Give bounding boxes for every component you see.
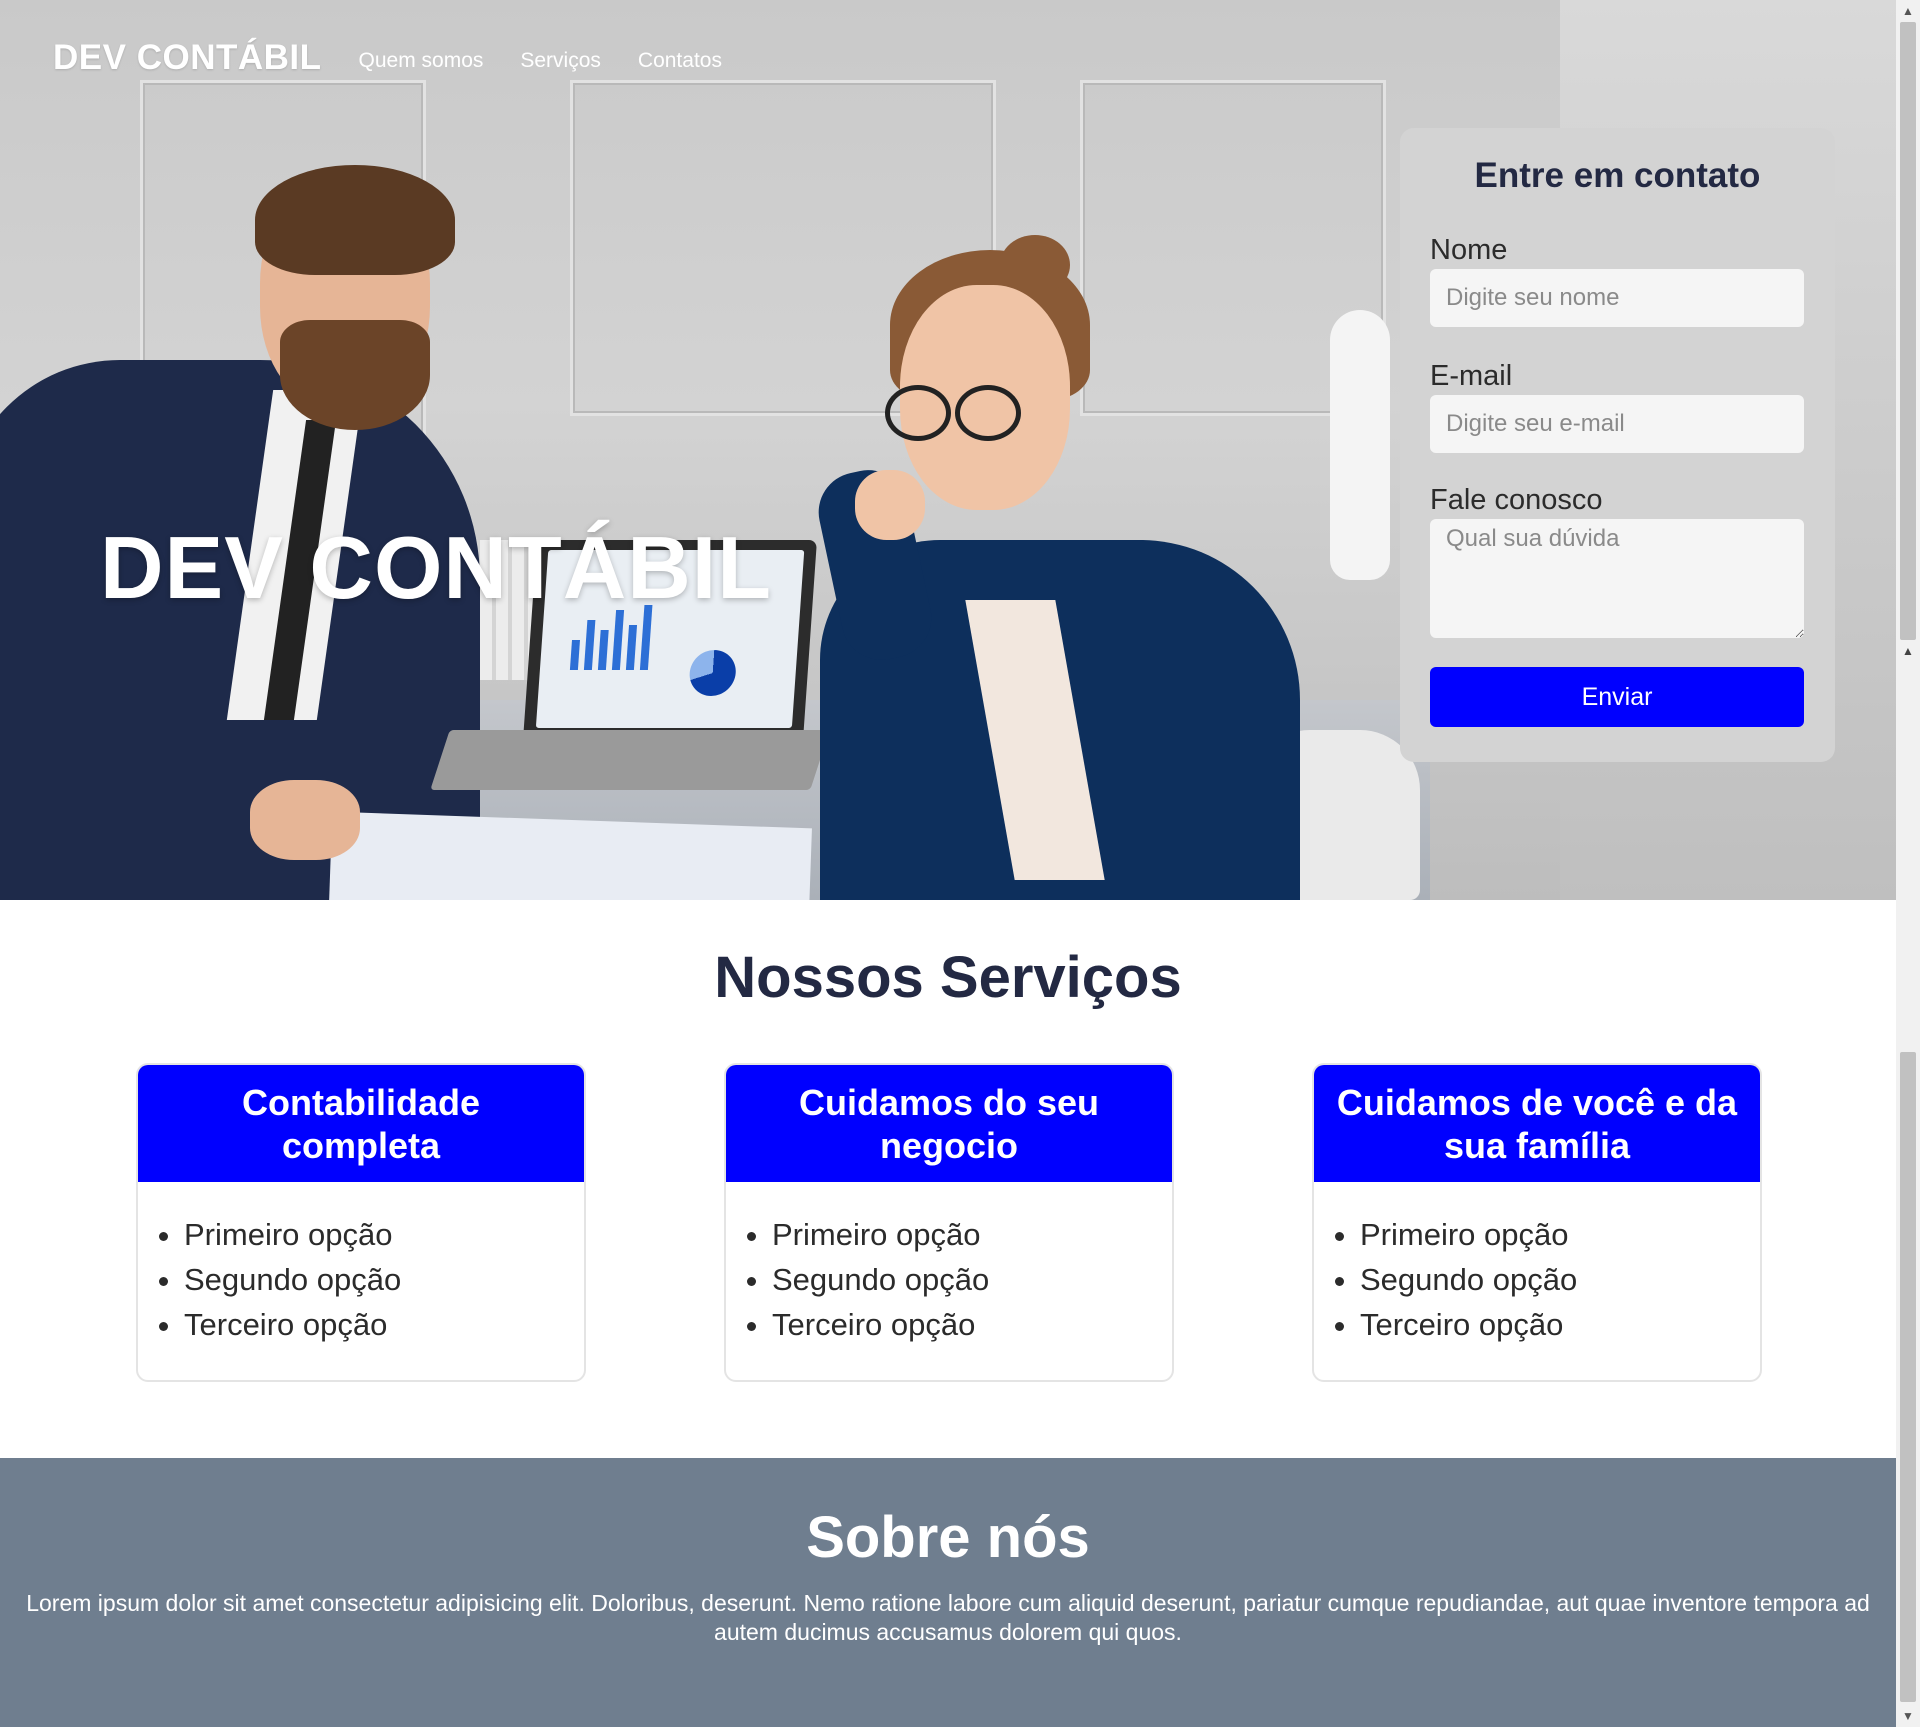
list-item: Terceiro opção (1360, 1302, 1760, 1347)
service-card-list: Primeiro opção Segundo opção Terceiro op… (726, 1212, 1172, 1347)
about-text: Lorem ipsum dolor sit amet consectetur a… (26, 1590, 1870, 1645)
list-item: Segundo opção (1360, 1257, 1760, 1302)
list-item: Segundo opção (772, 1257, 1172, 1302)
vertical-scrollbar[interactable]: ▲ ▲ ▼ (1896, 0, 1920, 1727)
email-label: E-mail (1430, 360, 1513, 392)
message-label: Fale conosco (1430, 484, 1603, 516)
about-title: Sobre nós (806, 1505, 1090, 1570)
glasses-icon (885, 385, 1040, 441)
contact-form: Entre em contato Nome E-mail Fale conosc… (1400, 128, 1835, 762)
list-item: Terceiro opção (772, 1302, 1172, 1347)
woman-hand (855, 470, 925, 540)
scrollbar-thumb[interactable] (1900, 22, 1916, 640)
nav-link-servicos[interactable]: Serviços (520, 49, 601, 73)
paper-documents (328, 811, 812, 900)
nav-link-contatos[interactable]: Contatos (638, 49, 722, 73)
woman-hair-bun (1000, 235, 1070, 295)
nav-link-quem-somos[interactable]: Quem somos (359, 49, 484, 73)
scroll-down-arrow-icon[interactable]: ▼ (1896, 1705, 1920, 1727)
contact-form-title: Entre em contato (1474, 156, 1761, 195)
page: DEV CONTÁBIL Quem somos Serviços Contato… (0, 0, 1896, 1727)
service-card: Contabilidade completa Primeiro opção Se… (136, 1063, 586, 1382)
man-hand (250, 780, 360, 860)
service-card-list: Primeiro opção Segundo opção Terceiro op… (138, 1212, 584, 1347)
submit-button[interactable]: Enviar (1430, 667, 1804, 727)
list-item: Primeiro opção (184, 1212, 584, 1257)
vase-image (1330, 310, 1390, 580)
list-item: Primeiro opção (1360, 1212, 1760, 1257)
about-section: Sobre nós Lorem ipsum dolor sit amet con… (0, 1458, 1896, 1727)
list-item: Primeiro opção (772, 1212, 1172, 1257)
laptop-keyboard (430, 730, 830, 790)
service-card: Cuidamos de você e da sua família Primei… (1312, 1063, 1762, 1382)
man-hair (255, 165, 455, 275)
hero-section: DEV CONTÁBIL Quem somos Serviços Contato… (0, 0, 1896, 900)
man-beard (280, 320, 430, 430)
service-card-title: Cuidamos do seu negocio (726, 1065, 1172, 1182)
service-card: Cuidamos do seu negocio Primeiro opção S… (724, 1063, 1174, 1382)
brand-logo[interactable]: DEV CONTÁBIL (53, 38, 322, 78)
list-item: Segundo opção (184, 1257, 584, 1302)
service-card-title: Contabilidade completa (138, 1065, 584, 1182)
services-cards: Contabilidade completa Primeiro opção Se… (136, 1063, 1762, 1382)
list-item: Terceiro opção (184, 1302, 584, 1347)
scroll-marker-arrow-icon: ▲ (1902, 644, 1914, 658)
top-navigation: DEV CONTÁBIL Quem somos Serviços Contato… (53, 38, 722, 78)
name-input[interactable] (1430, 269, 1804, 327)
hero-title: DEV CONTÁBIL (100, 517, 772, 617)
service-card-list: Primeiro opção Segundo opção Terceiro op… (1314, 1212, 1760, 1347)
service-card-title: Cuidamos de você e da sua família (1314, 1065, 1760, 1182)
services-title: Nossos Serviços (714, 945, 1182, 1010)
scrollbar-track-segment[interactable] (1900, 1052, 1916, 1702)
scroll-up-arrow-icon[interactable]: ▲ (1896, 0, 1920, 22)
name-label: Nome (1430, 234, 1508, 266)
message-textarea[interactable] (1430, 519, 1804, 638)
email-input[interactable] (1430, 395, 1804, 453)
laptop-pie-chart-icon (688, 650, 738, 696)
